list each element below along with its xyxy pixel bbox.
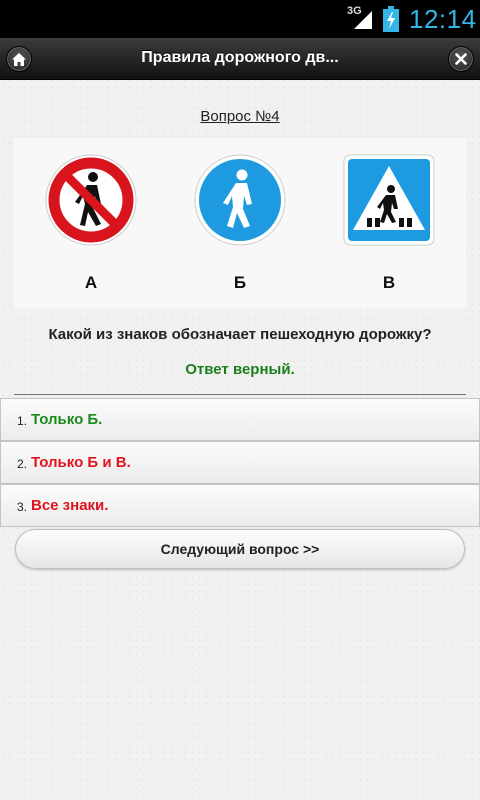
answer-text: Только Б.	[31, 411, 103, 428]
home-button[interactable]	[6, 46, 32, 72]
app-header: Правила дорожного дв...	[0, 38, 480, 80]
next-question-button[interactable]: Следующий вопрос >>	[15, 529, 465, 569]
answer-number: 2.	[17, 457, 28, 471]
battery-charging-icon	[383, 6, 399, 32]
answer-option-2[interactable]: 2. Только Б и В.	[0, 441, 480, 484]
sign-letter-a: А	[84, 273, 98, 292]
answer-option-3[interactable]: 3. Все знаки.	[0, 484, 480, 527]
close-button[interactable]	[448, 46, 474, 72]
close-icon	[455, 53, 467, 65]
question-number: Вопрос №4	[200, 108, 280, 125]
answer-text: Только Б и В.	[31, 454, 131, 471]
pedestrian-crossing-sign-icon	[343, 154, 435, 246]
signs-image: А Б В	[14, 138, 466, 308]
answer-text: Все знаки.	[31, 497, 109, 514]
answer-number: 1.	[17, 414, 28, 428]
question-text: Какой из знаков обозначает пешеходную до…	[48, 326, 432, 343]
pedestrian-path-sign-icon	[194, 154, 286, 246]
home-icon	[12, 52, 26, 66]
divider	[14, 394, 466, 395]
status-bar: 3G 12:14	[0, 0, 480, 38]
sign-letter-v: В	[382, 273, 396, 292]
clock: 12:14	[409, 4, 477, 34]
sign-letter-b: Б	[233, 273, 247, 292]
page-title: Правила дорожного дв...	[141, 49, 339, 66]
answer-option-1[interactable]: 1. Только Б.	[0, 398, 480, 441]
signal-icon	[354, 11, 372, 29]
answer-result: Ответ верный.	[185, 361, 295, 378]
answer-number: 3.	[17, 500, 28, 514]
no-pedestrians-sign-icon	[45, 154, 137, 246]
